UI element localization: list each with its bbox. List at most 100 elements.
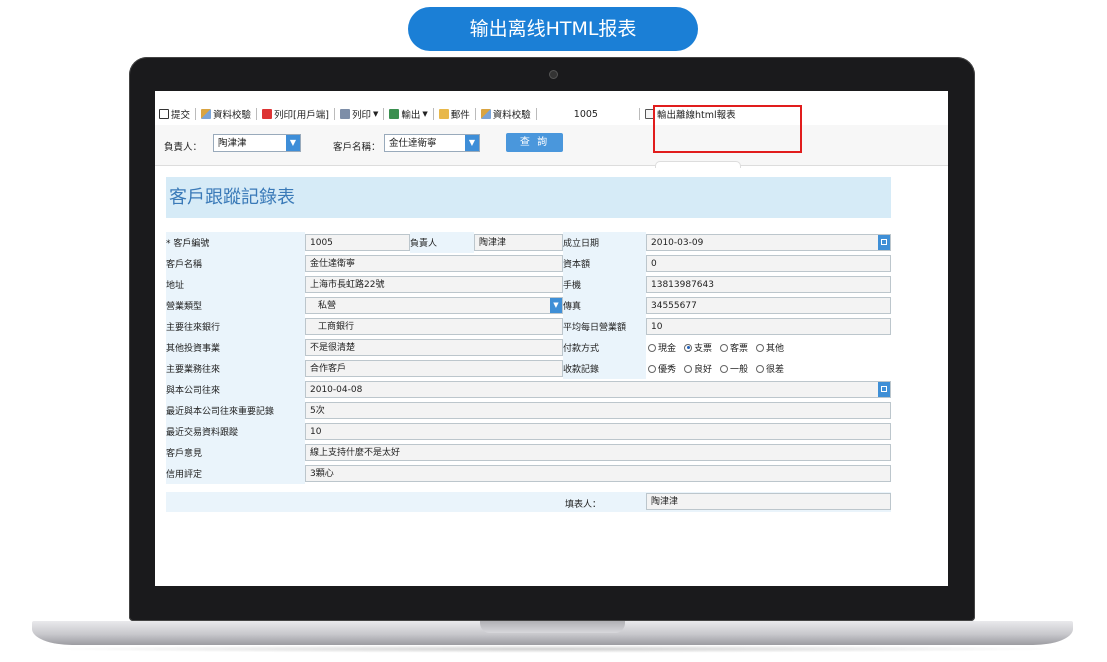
field-label: 資本額	[563, 253, 646, 274]
export-icon	[389, 109, 400, 119]
since-field[interactable]: 2010-04-08	[305, 381, 891, 398]
filler-field[interactable]: 陶津津	[646, 493, 891, 510]
print-client-icon	[262, 109, 273, 119]
recent-trade-field[interactable]: 10	[305, 423, 891, 440]
collection-option-excellent[interactable]: 優秀	[648, 362, 676, 375]
toolbar-divider	[195, 108, 197, 120]
radio-label: 良好	[694, 365, 713, 375]
collection-option-good[interactable]: 良好	[684, 362, 712, 375]
table-row: 最近與本公司往來重要記錄 5次	[166, 400, 891, 421]
address-field[interactable]: 上海市長虹路22號	[305, 276, 563, 293]
table-row: 其他投資事業 不是很清楚 付款方式 現金 支票 客票 其他	[166, 337, 891, 358]
print-client-label: 列印[用戶端]	[274, 110, 329, 121]
submit-button[interactable]: 提交	[155, 107, 194, 121]
radio-label: 現金	[658, 344, 677, 354]
field-label: 主要業務往來	[166, 358, 305, 379]
established-value: 2010-03-09	[651, 238, 704, 248]
field-label: 付款方式	[563, 337, 646, 358]
validate-label: 資料校驗	[213, 110, 252, 121]
submit-icon	[159, 109, 169, 119]
collapse-tab[interactable]	[655, 161, 741, 168]
bank-field[interactable]: 工商銀行	[305, 318, 563, 335]
customer-name-field[interactable]: 金仕達衛寧	[305, 255, 563, 272]
owner-select[interactable]: 陶津津 ▼	[213, 134, 301, 152]
opinion-field[interactable]: 線上支持什麼不是太好	[305, 444, 891, 461]
radio-label: 支票	[694, 344, 713, 354]
fax-field[interactable]: 34555677	[646, 297, 891, 314]
business-type-select[interactable]: 私營 ▼	[305, 297, 563, 314]
toolbar-divider	[333, 108, 335, 120]
customer-filter-label: 客戶名稱：	[333, 142, 381, 153]
owner-filter-label: 負責人：	[164, 142, 203, 153]
print-client-button[interactable]: 列印[用戶端]	[258, 107, 333, 121]
record-number: 1005	[573, 108, 598, 120]
highlight-box	[653, 105, 802, 153]
radio-icon	[648, 343, 656, 352]
form-grid: * 客戶編號 1005 負責人 陶津津 成立日期 2010-03-09 客戶名稱…	[166, 232, 891, 484]
chevron-down-icon: ▼	[465, 135, 479, 151]
daily-revenue-field[interactable]: 10	[646, 318, 891, 335]
payment-option-bill[interactable]: 客票	[720, 341, 748, 354]
print-icon	[339, 109, 350, 119]
payment-radio-group: 現金 支票 客票 其他	[646, 341, 891, 354]
owner-field[interactable]: 陶津津	[474, 234, 563, 251]
table-row: 營業類型 私營 ▼ 傳真 34555677	[166, 295, 891, 316]
laptop-notch	[480, 621, 625, 633]
payment-option-other[interactable]: 其他	[756, 341, 784, 354]
field-label: 最近交易資料跟蹤	[166, 421, 305, 442]
other-invest-field[interactable]: 不是很清楚	[305, 339, 563, 356]
radio-icon	[648, 364, 656, 373]
radio-icon	[684, 364, 693, 373]
export-offline-html-banner: 输出离线HTML报表	[408, 7, 698, 51]
radio-icon	[756, 343, 765, 352]
payment-option-check[interactable]: 支票	[684, 341, 712, 354]
chevron-down-icon[interactable]: ▼	[550, 298, 562, 313]
validate-button-2[interactable]: 資料校驗	[477, 107, 535, 121]
customer-select-value: 金仕達衛寧	[389, 138, 437, 149]
business-type-value: 私營	[318, 301, 337, 311]
table-row: 與本公司往來 2010-04-08	[166, 379, 891, 400]
laptop-shadow	[30, 645, 1075, 653]
table-row: * 客戶編號 1005 負責人 陶津津 成立日期 2010-03-09	[166, 232, 891, 253]
field-label: 傳真	[563, 295, 646, 316]
submit-label: 提交	[171, 110, 191, 121]
mail-button[interactable]: 郵件	[435, 107, 474, 121]
screen: 提交 資料校驗 列印[用戶端] 列印 ▼ 輸出 ▼ 郵件 資料校驗 1005 輸出離…	[155, 91, 948, 586]
field-label: 手機	[563, 274, 646, 295]
radio-icon	[720, 364, 729, 373]
important-field[interactable]: 5次	[305, 402, 891, 419]
radio-label: 客票	[730, 344, 749, 354]
mobile-field[interactable]: 13813987643	[646, 276, 891, 293]
collection-option-average[interactable]: 一般	[720, 362, 748, 375]
field-label: 負責人	[410, 232, 474, 253]
page-title: 客戶跟蹤記錄表	[166, 177, 891, 218]
chevron-down-icon: ▼	[422, 110, 428, 118]
established-field[interactable]: 2010-03-09	[646, 234, 891, 251]
print-label: 列印	[351, 110, 371, 121]
tracking-form: 客戶跟蹤記錄表 * 客戶編號 1005 負責人 陶津津 成立日期 2010-03…	[166, 177, 891, 512]
collection-option-poor[interactable]: 很差	[756, 362, 784, 375]
radio-label: 優秀	[658, 365, 677, 375]
filler-row: 填表人： 陶津津	[166, 492, 891, 512]
radio-icon	[720, 343, 729, 352]
calendar-icon[interactable]	[878, 235, 890, 250]
print-button[interactable]: 列印 ▼	[336, 107, 382, 121]
customer-select[interactable]: 金仕達衛寧 ▼	[384, 134, 480, 152]
credit-field[interactable]: 3顆心	[305, 465, 891, 482]
customer-no-field[interactable]: 1005	[305, 234, 410, 251]
owner-select-value: 陶津津	[218, 138, 247, 149]
export-button[interactable]: 輸出 ▼	[385, 107, 431, 121]
calendar-icon[interactable]	[878, 382, 890, 397]
query-button[interactable]: 查 詢	[506, 133, 563, 152]
payment-option-cash[interactable]: 現金	[648, 341, 676, 354]
field-label: 收款記錄	[563, 358, 646, 379]
field-label: 主要往來銀行	[166, 316, 305, 337]
main-business-field[interactable]: 合作客戶	[305, 360, 563, 377]
toolbar-divider	[256, 108, 258, 120]
filter-bar: 負責人： 陶津津 ▼ 客戶名稱： 金仕達衛寧 ▼ 查 詢	[155, 125, 948, 166]
validate-button[interactable]: 資料校驗	[197, 107, 255, 121]
capital-field[interactable]: 0	[646, 255, 891, 272]
radio-label: 其他	[766, 344, 785, 354]
field-label: 營業類型	[166, 295, 305, 316]
toolbar: 提交 資料校驗 列印[用戶端] 列印 ▼ 輸出 ▼ 郵件 資料校驗 1005 輸出離…	[155, 103, 948, 125]
